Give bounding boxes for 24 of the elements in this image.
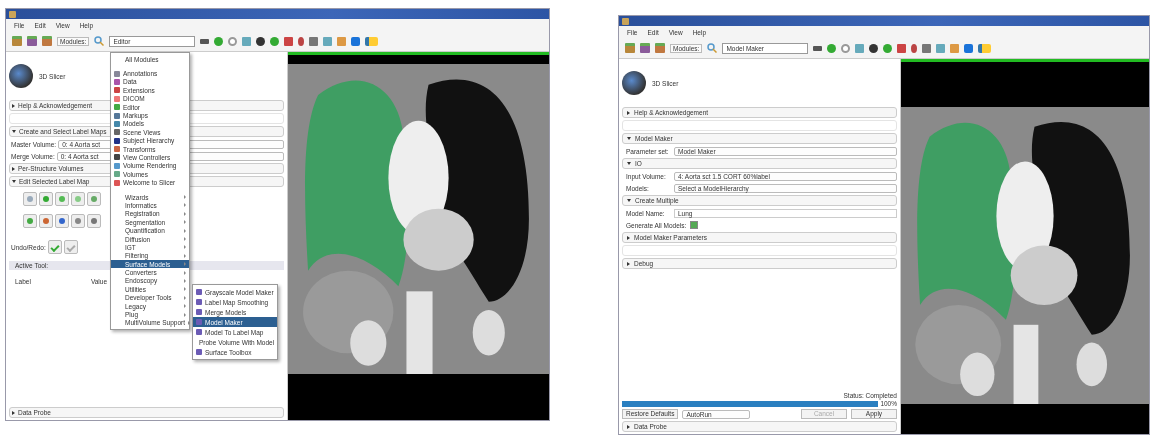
tool-button[interactable]: [23, 192, 37, 206]
toolbar-icon[interactable]: [200, 38, 210, 44]
tool-button[interactable]: [87, 192, 101, 206]
search-icon[interactable]: [707, 43, 718, 53]
tool-button[interactable]: [71, 214, 85, 228]
redo-button[interactable]: [63, 240, 78, 254]
tool-button[interactable]: [87, 214, 101, 228]
python-icon[interactable]: [365, 36, 379, 46]
slicer-logo-icon: [622, 71, 646, 95]
tool-button[interactable]: [55, 214, 69, 228]
tool-button[interactable]: [55, 192, 69, 206]
python-icon[interactable]: [978, 43, 992, 53]
toolbar-icon[interactable]: [813, 45, 823, 51]
tool-button[interactable]: [23, 214, 37, 228]
forward-icon[interactable]: [214, 36, 224, 46]
app-icon: [622, 17, 629, 25]
app-icon: [9, 10, 16, 18]
undo-button[interactable]: [47, 240, 62, 254]
checkbox[interactable]: [690, 221, 699, 229]
forward-icon[interactable]: [827, 43, 837, 53]
search-icon[interactable]: [94, 36, 105, 46]
tool-button[interactable]: [39, 214, 53, 228]
slicer-logo-icon: [9, 64, 33, 88]
tool-button[interactable]: [39, 192, 53, 206]
